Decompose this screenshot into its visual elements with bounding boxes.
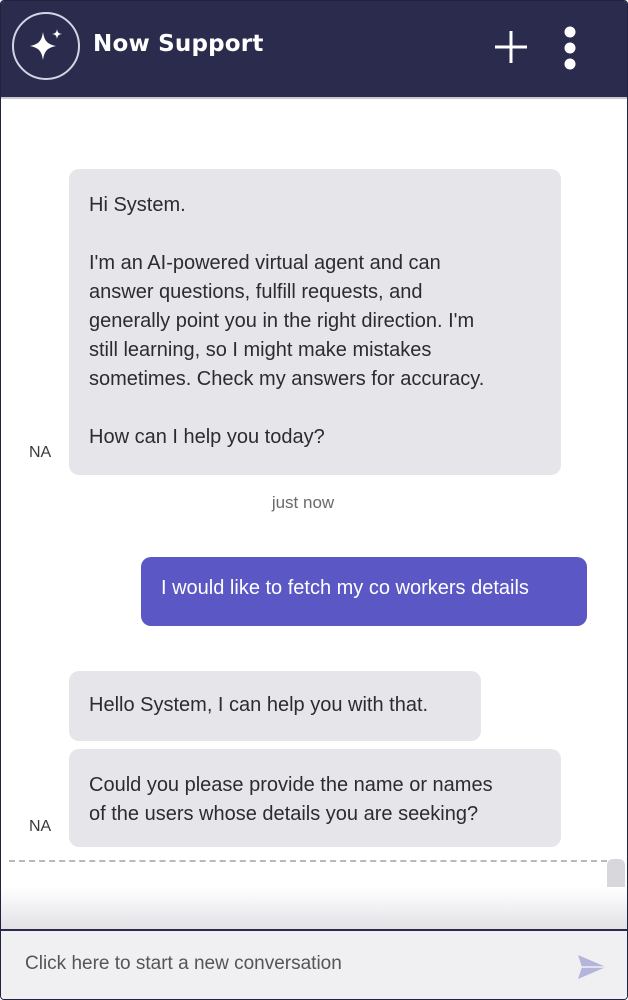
conversation-end-divider [9, 860, 607, 862]
message-line: sometimes. Check my answers for accuracy… [89, 368, 485, 390]
kebab-menu-icon [564, 26, 576, 70]
message-line: Could you please provide the name or nam… [89, 774, 493, 796]
message-line: of the users whose details you are seeki… [89, 803, 479, 825]
page-title: Now Support [93, 31, 264, 57]
message-line: I'm an AI-powered virtual agent and can [89, 252, 441, 274]
composer-bar: Click here to start a new conversation [1, 929, 627, 999]
chat-window: Now Support Hi System. I'm an AI-powered… [0, 0, 628, 1000]
message-question: How can I help you today? [89, 426, 325, 448]
agent-message-question: Could you please provide the name or nam… [69, 749, 561, 847]
agent-avatar: NA [29, 818, 52, 835]
chat-header: Now Support [1, 1, 627, 99]
agent-avatar: NA [29, 444, 52, 461]
new-conversation-button[interactable] [491, 27, 531, 67]
message-text: Hello System, I can help you with that. [89, 694, 429, 716]
send-button[interactable] [576, 953, 608, 981]
message-list[interactable]: Hi System. I'm an AI-powered virtual age… [1, 99, 627, 929]
message-line: still learning, so I might make mistakes [89, 339, 432, 361]
message-line: generally point you in the right directi… [89, 310, 475, 332]
send-icon [578, 955, 606, 979]
agent-message-welcome: Hi System. I'm an AI-powered virtual age… [69, 169, 561, 475]
agent-message-reply: Hello System, I can help you with that. [69, 671, 481, 741]
message-timestamp: just now [271, 493, 335, 512]
message-greeting: Hi System. [89, 194, 186, 216]
message-line: answer questions, fulfill requests, and [89, 281, 423, 303]
user-message: I would like to fetch my co workers deta… [141, 557, 587, 626]
composer-shadow [1, 887, 627, 929]
plus-icon [495, 31, 527, 63]
new-conversation-input[interactable]: Click here to start a new conversation [25, 953, 545, 975]
more-options-button[interactable] [557, 25, 583, 71]
sparkle-icon [12, 12, 80, 80]
